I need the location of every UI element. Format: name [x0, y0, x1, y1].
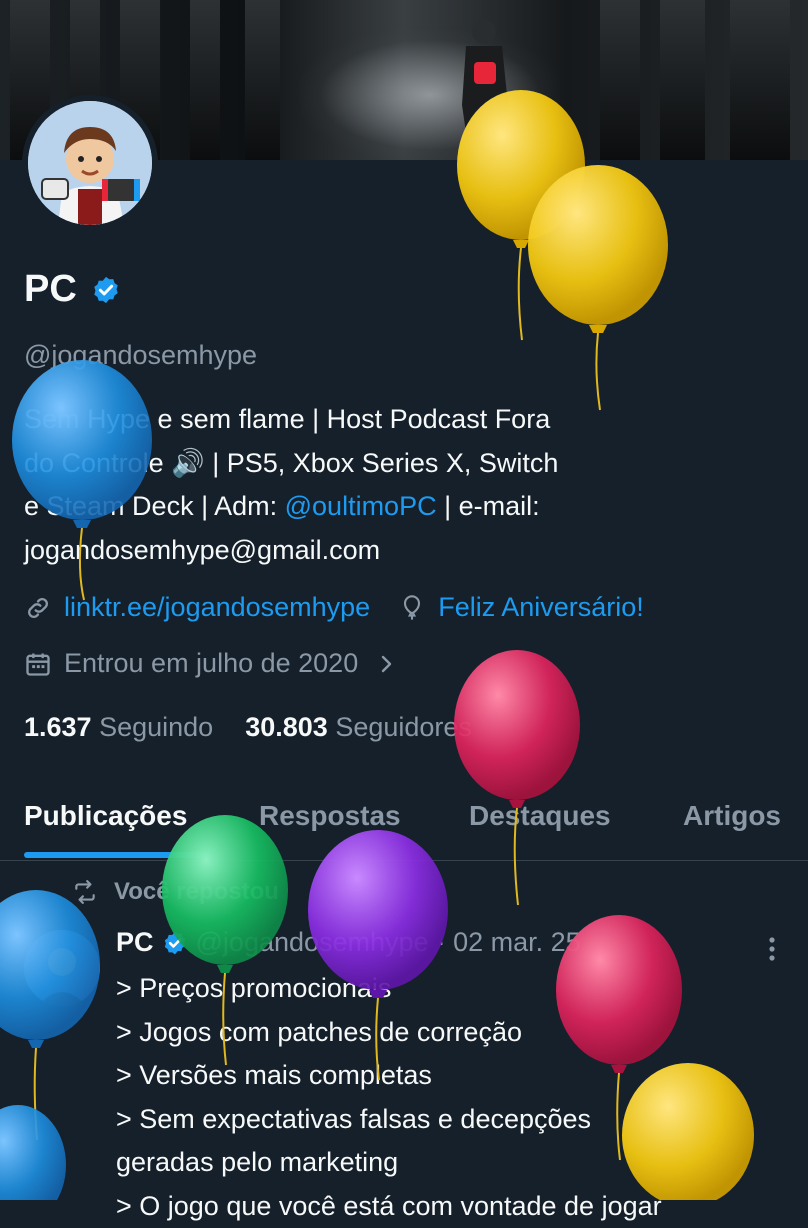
joined-text: Entrou em julho de 2020	[64, 648, 358, 679]
display-name: PC	[24, 268, 77, 311]
following-count: 1.637	[24, 712, 92, 742]
repost-icon	[70, 879, 100, 905]
tab-publicacoes[interactable]: Publicações	[24, 800, 187, 832]
chevron-right-icon	[374, 652, 398, 676]
birthday-link[interactable]: Feliz Aniversário!	[438, 592, 644, 623]
bio-line: e Steam Deck | Adm: @oultimoPC | e-mail:	[24, 485, 704, 529]
post-line: > Preços promocionais	[116, 967, 796, 1011]
profile-bio: Sem Hype e sem flame | Host Podcast Fora…	[24, 398, 704, 572]
post-date[interactable]: · 02 mar. 25	[437, 927, 581, 958]
post-text: > Preços promocionais > Jogos com patche…	[116, 967, 796, 1228]
post-line: > Jogos com patches de correção	[116, 1011, 796, 1055]
banner-pillar	[660, 0, 705, 160]
bio-line: do Controle 🔊 | PS5, Xbox Series X, Swit…	[24, 442, 704, 486]
repost-label: Você repostou	[114, 878, 279, 906]
post-avatar[interactable]	[24, 930, 100, 1006]
tab-artigos[interactable]: Artigos	[683, 800, 781, 832]
bio-line: Sem Hype e sem flame | Host Podcast Fora	[24, 398, 704, 442]
active-tab-indicator	[24, 852, 210, 858]
balloon-blue	[0, 890, 100, 1140]
post-line: geradas pelo marketing	[116, 1141, 796, 1185]
verified-badge-icon[interactable]	[91, 275, 121, 305]
following-label: Seguindo	[99, 712, 213, 742]
following-stat[interactable]: 1.637 Seguindo	[24, 712, 213, 743]
follow-stats: 1.637 Seguindo 30.803 Seguidores	[24, 712, 472, 743]
profile-meta: linktr.ee/jogandosemhype Feliz Aniversár…	[24, 592, 644, 623]
profile-handle: @jogandosemhype	[24, 340, 257, 371]
banner-pillar	[730, 0, 790, 160]
post-line: > Sem expectativas falsas e decepções	[116, 1098, 796, 1142]
banner-character	[452, 10, 512, 160]
post-line: > Versões mais completas	[116, 1054, 796, 1098]
profile-avatar[interactable]	[22, 95, 158, 231]
more-options-icon[interactable]	[762, 934, 782, 964]
joined-date[interactable]: Entrou em julho de 2020	[24, 648, 398, 679]
repost-indicator: Você repostou	[70, 878, 279, 906]
followers-count: 30.803	[245, 712, 328, 742]
banner-pillar	[600, 0, 640, 160]
banner-light	[300, 30, 560, 160]
verified-badge-icon	[162, 930, 188, 956]
bio-text: | e-mail:	[437, 491, 540, 521]
followers-label: Seguidores	[335, 712, 472, 742]
post-author-handle[interactable]: @jogandosemhype	[196, 927, 429, 958]
link-icon	[24, 594, 52, 622]
bio-line: jogandosemhype@gmail.com	[24, 529, 704, 573]
calendar-icon	[24, 650, 52, 678]
avatar-image	[28, 101, 152, 225]
tab-destaques[interactable]: Destaques	[469, 800, 611, 832]
post-header: PC @jogandosemhype · 02 mar. 25	[116, 927, 581, 958]
bio-mention-link[interactable]: @oultimoPC	[285, 491, 437, 521]
banner-pillar	[245, 0, 280, 160]
balloon-icon	[398, 594, 426, 622]
bio-text: e Steam Deck | Adm:	[24, 491, 285, 521]
tab-respostas[interactable]: Respostas	[259, 800, 401, 832]
balloon-blue	[0, 1105, 66, 1200]
profile-name: PC	[24, 268, 121, 311]
banner-pillar	[190, 0, 220, 160]
post-line: > O jogo que você está com vontade de jo…	[116, 1185, 796, 1228]
profile-tabs: Publicações Respostas Destaques Artigos	[0, 770, 808, 861]
post-author[interactable]: PC	[116, 927, 154, 958]
followers-stat[interactable]: 30.803 Seguidores	[245, 712, 472, 743]
balloon-yellow	[528, 165, 668, 410]
website-link[interactable]: linktr.ee/jogandosemhype	[64, 592, 370, 623]
